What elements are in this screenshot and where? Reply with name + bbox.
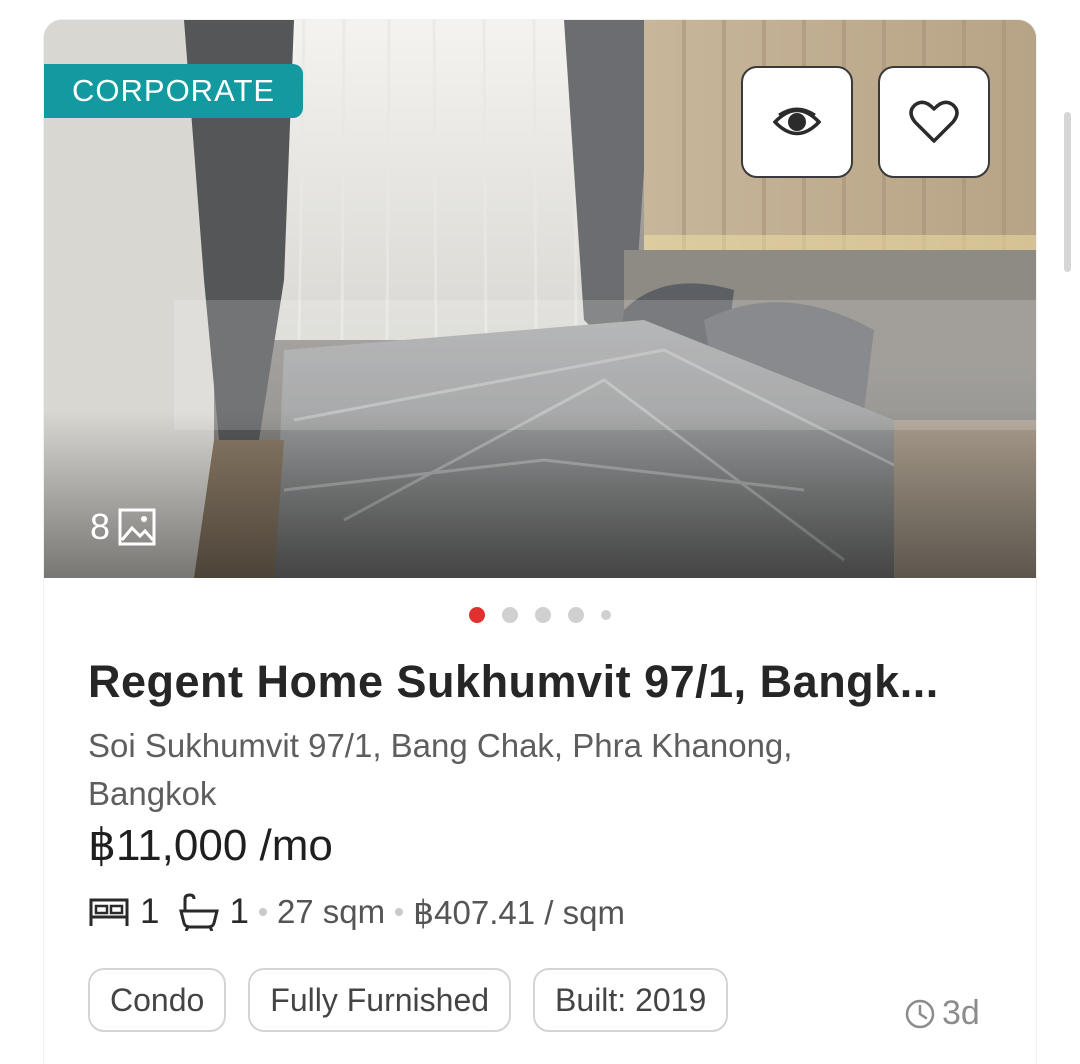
floor-area: 27 sqm	[276, 893, 386, 930]
listing-price: ฿11,000 /mo	[88, 821, 333, 870]
listing-title[interactable]: Regent Home Sukhumvit 97/1, Bangk...	[88, 656, 988, 708]
listing-specs: 1 1 27 sqm ฿407.41 / sqm	[88, 892, 625, 932]
posted-ago: 3d	[942, 994, 980, 1032]
bathroom-count: 1	[229, 892, 249, 931]
corporate-badge: CORPORATE	[44, 64, 304, 118]
carousel-dot[interactable]	[535, 607, 551, 623]
photo-count: 8	[90, 506, 156, 548]
tag-built-year: Built: 2019	[533, 968, 729, 1032]
image-icon	[118, 508, 156, 546]
page-scrollbar[interactable]	[1064, 112, 1071, 272]
tag-property-type: Condo	[88, 968, 227, 1032]
carousel-dot[interactable]	[568, 607, 584, 623]
carousel-dot[interactable]	[502, 607, 518, 623]
eye-icon	[773, 107, 821, 136]
bedroom-count: 1	[140, 892, 160, 931]
carousel-indicator	[44, 607, 1036, 623]
bed-icon	[89, 898, 129, 926]
price-per-sqm: ฿407.41 / sqm	[413, 893, 625, 931]
listing-card[interactable]: CORPORATE 8 Regent Home Sukhumvit 97/1, …	[44, 20, 1036, 1064]
heart-icon	[909, 100, 959, 143]
separator-dot	[258, 908, 267, 916]
bathtub-icon	[179, 893, 220, 931]
listing-photo[interactable]: CORPORATE 8	[44, 20, 1036, 578]
favorite-button[interactable]	[878, 66, 990, 178]
posted-time: 3d	[904, 994, 980, 1033]
carousel-dot[interactable]	[601, 610, 611, 620]
carousel-dot[interactable]	[469, 607, 485, 623]
separator-dot	[395, 908, 404, 916]
photo-count-value: 8	[90, 506, 111, 547]
tag-furnishing: Fully Furnished	[248, 968, 512, 1032]
listing-address: Soi Sukhumvit 97/1, Bang Chak, Phra Khan…	[88, 727, 793, 812]
listing-tags: Condo Fully Furnished Built: 2019	[88, 968, 729, 1032]
clock-icon	[905, 999, 935, 1028]
view-button[interactable]	[741, 66, 853, 178]
